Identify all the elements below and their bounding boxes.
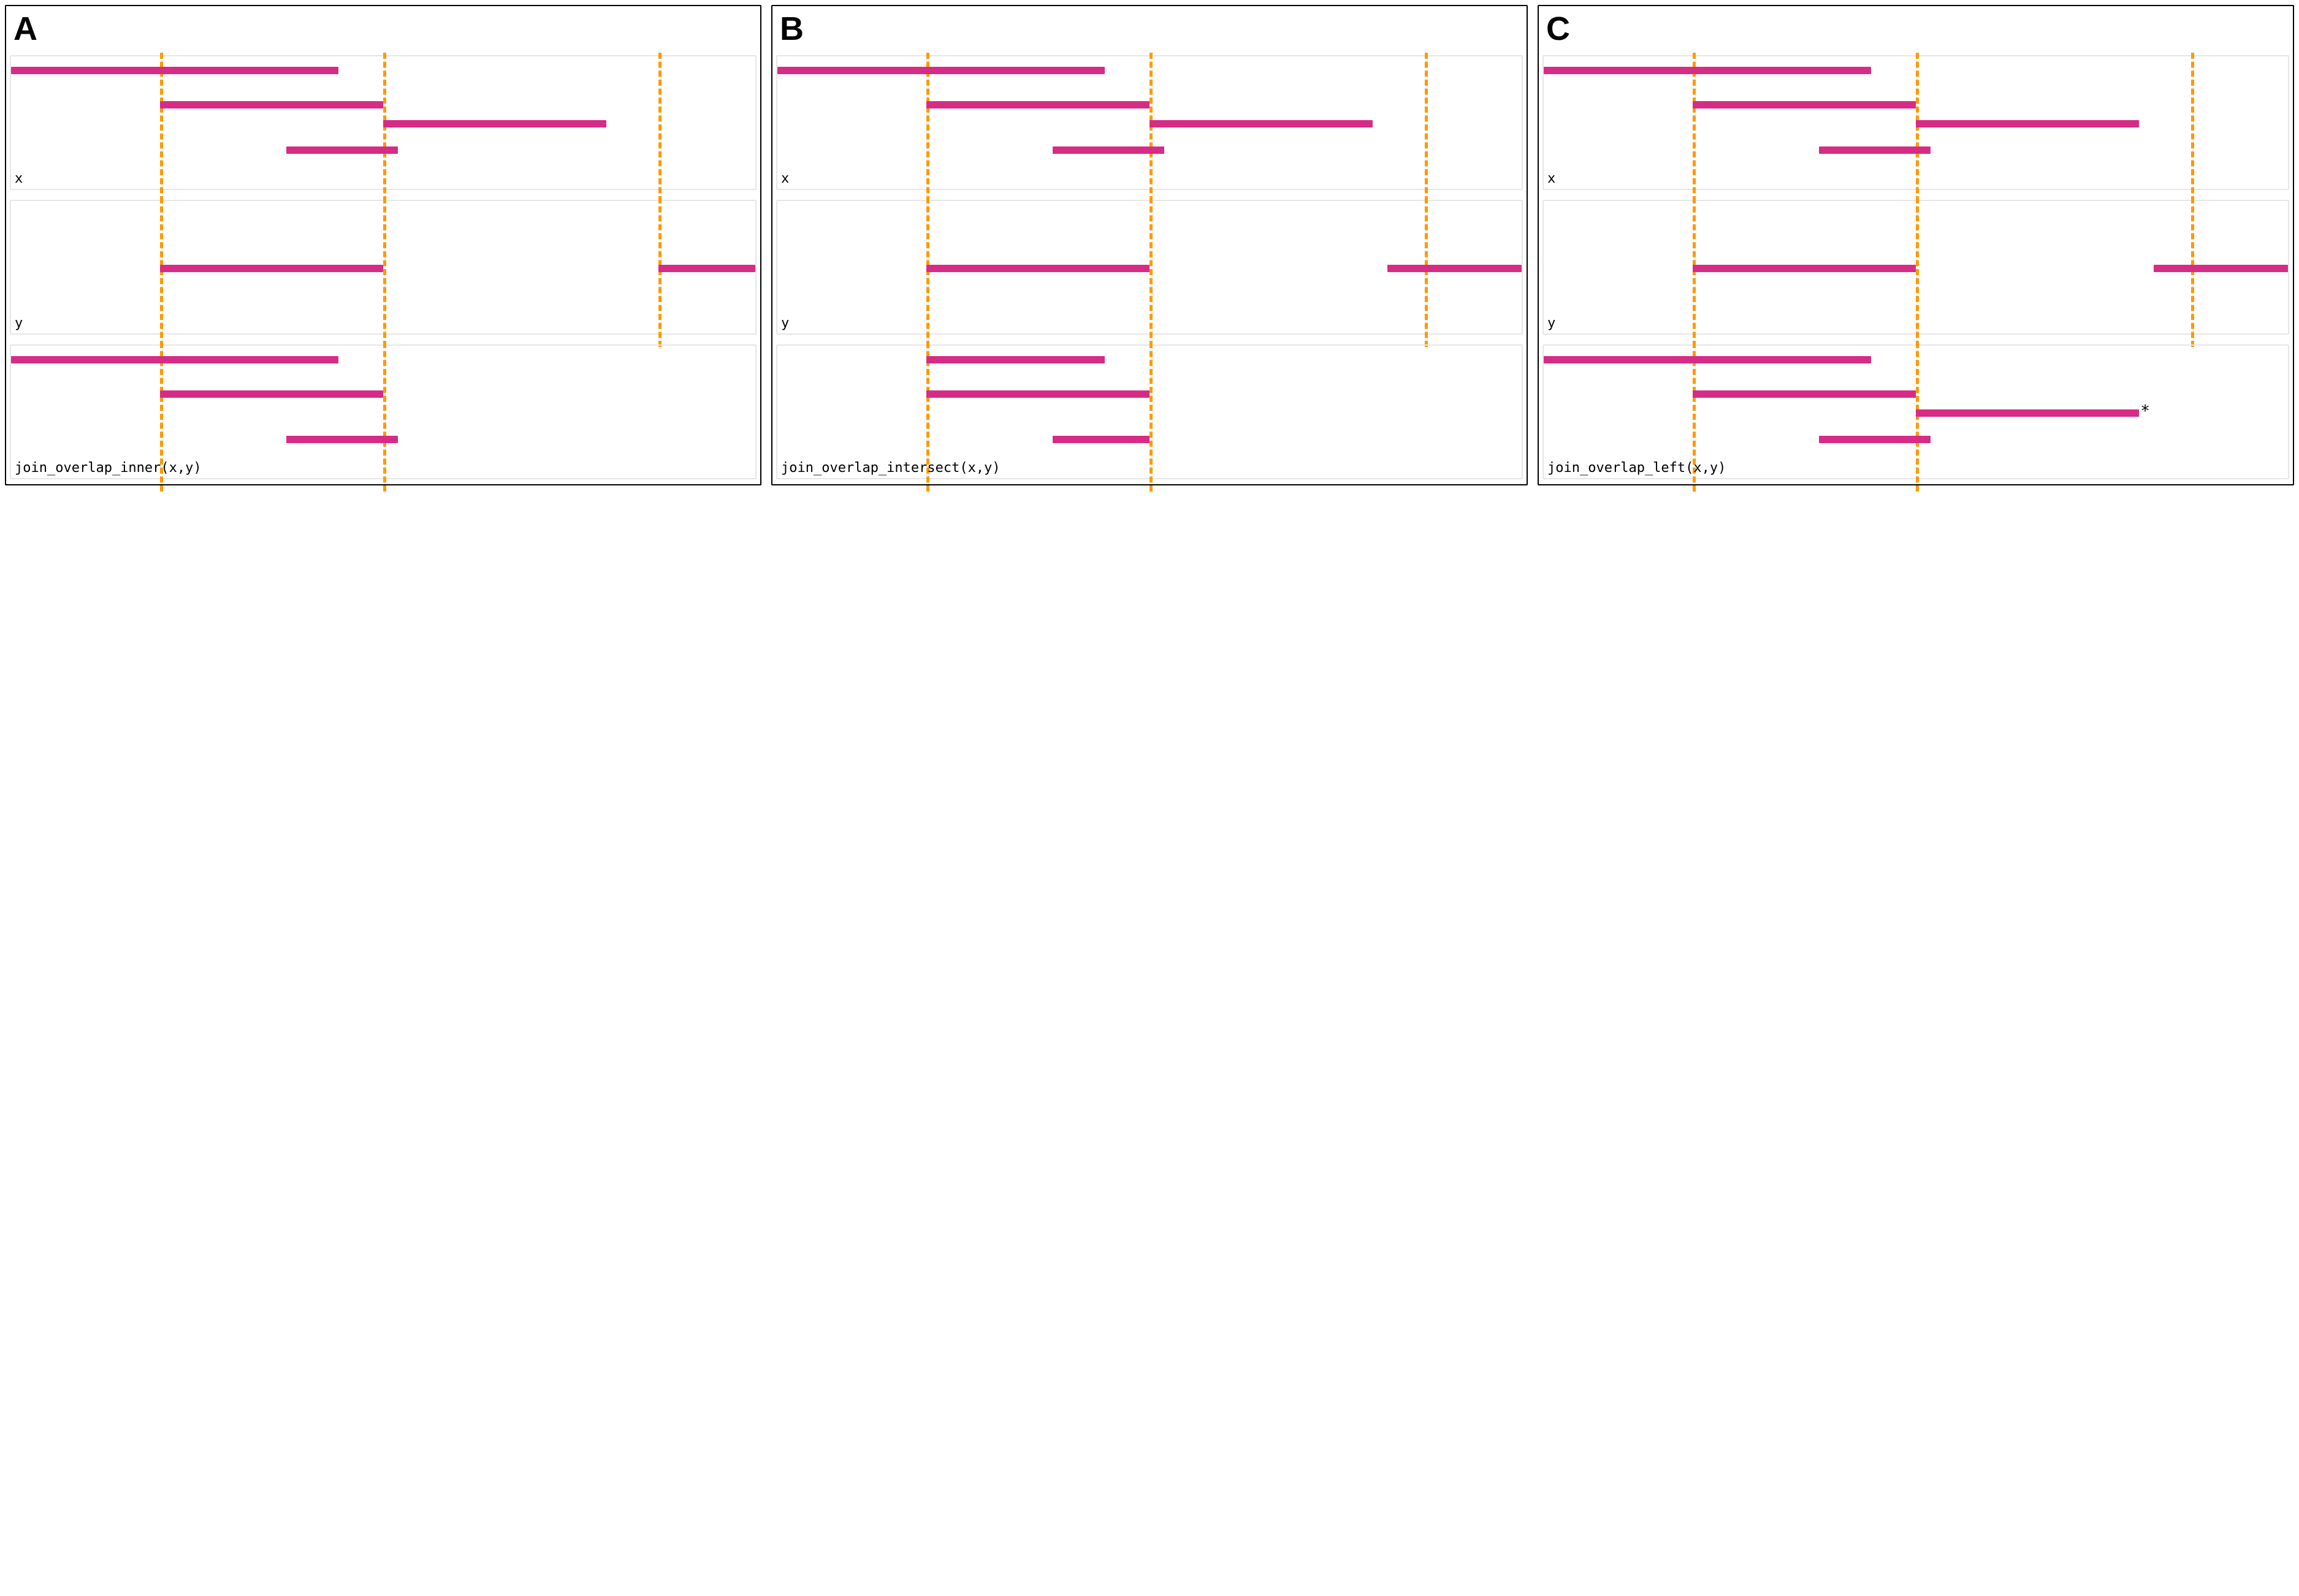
interval-bar (286, 436, 398, 443)
interval-bar (1150, 120, 1373, 127)
interval-bar (1693, 101, 1916, 108)
interval-bar (11, 67, 338, 74)
interval-bar (1819, 436, 1931, 443)
panel-b-sub-x: x (776, 55, 1523, 190)
panel-b: B x y join_overlap_intersect(x,y) (771, 5, 1528, 485)
guide-line (1916, 53, 1919, 202)
interval-bar (926, 356, 1105, 363)
panel-c-id: C (1542, 10, 2289, 51)
guide-line (1425, 197, 1428, 347)
sub-label: join_overlap_intersect(x,y) (781, 460, 1001, 476)
guide-line (926, 53, 929, 202)
interval-bar (1916, 409, 2139, 417)
panel-a-sub-x: x (10, 55, 757, 190)
guide-line (658, 197, 661, 347)
guide-line (926, 197, 929, 347)
panel-a: A x y join_overlap_inner(x,y) (5, 5, 761, 485)
guide-line (1150, 197, 1153, 347)
interval-bar (1916, 120, 2139, 127)
interval-bar (926, 265, 1150, 272)
guide-line (2191, 53, 2194, 202)
guide-line (160, 197, 163, 347)
sub-label: y (15, 316, 23, 331)
interval-bar (1387, 265, 1522, 272)
panel-b-sub-result: join_overlap_intersect(x,y) (776, 344, 1523, 479)
interval-bar (11, 356, 338, 363)
interval-bar (1053, 146, 1164, 154)
guide-line (383, 53, 386, 202)
sub-label: y (1547, 316, 1555, 331)
interval-bar (160, 265, 383, 272)
sub-label: join_overlap_inner(x,y) (15, 460, 202, 476)
sub-label: x (781, 171, 789, 186)
panel-c: C x y join_overlap_left(x,y) (1538, 5, 2294, 485)
panel-c-sub-y: y (1542, 200, 2289, 335)
interval-bar (1053, 436, 1150, 443)
interval-bar (2154, 265, 2288, 272)
panel-c-sub-x: x (1542, 55, 2289, 190)
guide-line (160, 53, 163, 202)
bar-annotation: * (2140, 402, 2150, 420)
panel-b-id: B (776, 10, 1523, 51)
panel-a-id: A (10, 10, 757, 51)
guide-line (1916, 342, 1919, 492)
guide-line (658, 53, 661, 202)
panel-b-sub-y: y (776, 200, 1523, 335)
interval-bar (1544, 67, 1871, 74)
interval-bar (160, 390, 383, 398)
figure: A x y join_overlap_inner(x,y) (0, 0, 2299, 490)
guide-line (1425, 53, 1428, 202)
interval-bar (1819, 146, 1931, 154)
sub-label: join_overlap_left(x,y) (1547, 460, 1726, 476)
interval-bar (926, 390, 1150, 398)
guide-line (383, 197, 386, 347)
guide-line (1150, 342, 1153, 492)
interval-bar (658, 265, 755, 272)
sub-label: x (15, 171, 23, 186)
guide-line (1693, 197, 1696, 347)
guide-line (2191, 197, 2194, 347)
panel-a-sub-result: join_overlap_inner(x,y) (10, 344, 757, 479)
interval-bar (160, 101, 383, 108)
interval-bar (926, 101, 1150, 108)
guide-line (1150, 53, 1153, 202)
panel-c-sub-result: join_overlap_left(x,y) * (1542, 344, 2289, 479)
sub-label: y (781, 316, 789, 331)
sub-label: x (1547, 171, 1555, 186)
guide-line (383, 342, 386, 492)
guide-line (1916, 197, 1919, 347)
panel-a-sub-y: y (10, 200, 757, 335)
interval-bar (383, 120, 606, 127)
interval-bar (1693, 390, 1916, 398)
interval-bar (286, 146, 398, 154)
interval-bar (1544, 356, 1871, 363)
interval-bar (777, 67, 1105, 74)
guide-line (1693, 53, 1696, 202)
interval-bar (1693, 265, 1916, 272)
